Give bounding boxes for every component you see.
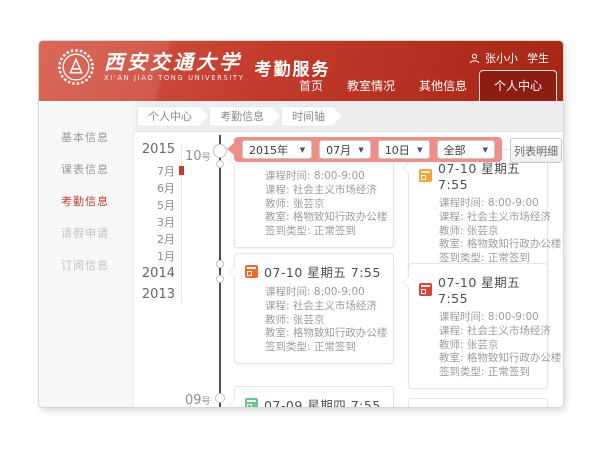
card-field: 课程时间: 8:00-9:00 <box>265 170 383 184</box>
attendance-card[interactable]: 07-09 星期四 7:55 <box>234 386 394 408</box>
sidebar: 基本信息 课表信息 考勤信息 请假申请 订阅信息 <box>39 101 134 407</box>
university-name: 西安交通大学 XI'AN JIAO TONG UNIVERSITY <box>104 52 244 82</box>
chevron-down-icon: ▼ <box>300 146 305 154</box>
nav-personal-center[interactable]: 个人中心 <box>479 70 557 101</box>
sidebar-item-subscription[interactable]: 订阅信息 <box>39 249 133 281</box>
day-select-value: 10日 <box>385 142 410 158</box>
chevron-down-icon: ▼ <box>417 146 422 154</box>
chevron-down-icon: ▼ <box>358 146 363 154</box>
axis-month-7[interactable]: 7月 <box>135 163 175 179</box>
sidebar-item-basic-info[interactable]: 基本信息 <box>39 121 133 153</box>
attendance-app-window: 西安交通大学 XI'AN JIAO TONG UNIVERSITY 考勤服务 张… <box>38 40 564 408</box>
breadcrumb-personal-center[interactable]: 个人中心 <box>138 107 208 126</box>
breadcrumb-attendance[interactable]: 考勤信息 <box>210 107 280 126</box>
card-field: 教室: 格物致知行政办公楼 <box>439 238 537 252</box>
screen: 西安交通大学 XI'AN JIAO TONG UNIVERSITY 考勤服务 张… <box>0 0 600 450</box>
timeline-node <box>216 260 224 268</box>
content-area: 基本信息 课表信息 考勤信息 请假申请 订阅信息 个人中心 考勤信息 时间轴 2… <box>39 101 563 407</box>
date-filter-bar: 2015年 ▼ 07月 ▼ 10日 ▼ 全部 ▼ <box>234 137 502 162</box>
year-select-value: 2015年 <box>249 142 288 158</box>
checkin-status-icon <box>245 398 258 408</box>
timeline-area: 2015 7月 6月 5月 3月 2月 1月 2014 2013 10号 <box>135 131 563 407</box>
nav-other-info[interactable]: 其他信息 <box>407 72 479 101</box>
card-field: 教室: 格物致知行政办公楼 <box>265 327 383 341</box>
top-nav: 首页 教室情况 其他信息 个人中心 <box>287 70 557 101</box>
month-select-value: 07月 <box>326 142 351 158</box>
nav-classrooms[interactable]: 教室情况 <box>335 72 407 101</box>
type-select-value: 全部 <box>444 142 466 158</box>
app-header: 西安交通大学 XI'AN JIAO TONG UNIVERSITY 考勤服务 张… <box>39 41 563 101</box>
card-field: 课程: 社会主义市场经济 <box>265 184 383 198</box>
university-name-zh: 西安交通大学 <box>104 52 244 72</box>
checkin-status-icon <box>419 169 432 182</box>
breadcrumb: 个人中心 考勤信息 时间轴 <box>135 101 563 132</box>
list-detail-button[interactable]: 列表明细 <box>510 138 562 163</box>
user-info[interactable]: 张小小 学生 <box>469 50 549 66</box>
axis-month-5[interactable]: 5月 <box>135 197 175 213</box>
day-marker-10: 10号 <box>185 145 211 164</box>
card-field: 课程: 社会主义市场经济 <box>439 211 537 225</box>
timeline-node <box>215 393 225 403</box>
attendance-card[interactable]: 07-10 星期五 7:55 课程时间: 8:00-9:00 课程: 社会主义市… <box>234 253 394 364</box>
card-field: 签到类型: 正常签到 <box>265 341 383 355</box>
day-number: 09 <box>185 393 202 408</box>
user-icon <box>469 53 480 64</box>
card-title: 07-10 星期五 7:55 <box>438 158 537 192</box>
day-suffix: 号 <box>202 397 211 407</box>
card-field: 教室: 格物致知行政办公楼 <box>265 211 383 225</box>
sidebar-item-leave-request[interactable]: 请假申请 <box>39 217 133 249</box>
day-number: 10 <box>185 149 202 164</box>
user-name: 张小小 <box>485 50 518 66</box>
card-title: 07-10 星期五 7:55 <box>264 262 381 281</box>
current-month-marker <box>179 166 184 175</box>
card-title: 07-10 星期五 7:55 <box>438 272 537 306</box>
timeline-line <box>219 135 221 407</box>
card-field: 课程时间: 8:00-9:00 <box>439 311 537 325</box>
card-field: 教师: 张芸京 <box>439 339 537 353</box>
year-select[interactable]: 2015年 ▼ <box>242 140 312 159</box>
axis-month-3[interactable]: 3月 <box>135 214 175 230</box>
axis-month-6[interactable]: 6月 <box>135 180 175 196</box>
axis-year-2014[interactable]: 2014 <box>135 266 175 281</box>
attendance-card-clipped[interactable] <box>408 398 548 408</box>
card-field: 课程时间: 8:00-9:00 <box>265 286 383 300</box>
axis-month-1[interactable]: 1月 <box>135 248 175 264</box>
axis-year-2015[interactable]: 2015 <box>135 142 175 157</box>
sidebar-item-attendance[interactable]: 考勤信息 <box>39 185 133 217</box>
breadcrumb-timeline[interactable]: 时间轴 <box>282 107 341 126</box>
axis-year-2013[interactable]: 2013 <box>135 287 175 302</box>
timeline-node <box>216 160 224 168</box>
day-suffix: 号 <box>202 153 211 163</box>
attendance-card[interactable]: 07-10 星期五 7:55 课程时间: 8:00-9:00 课程: 社会主义市… <box>408 263 548 389</box>
type-select[interactable]: 全部 ▼ <box>437 140 495 159</box>
axis-month-2[interactable]: 2月 <box>135 231 175 247</box>
university-name-en: XI'AN JIAO TONG UNIVERSITY <box>104 75 244 82</box>
nav-home[interactable]: 首页 <box>287 72 335 101</box>
card-field: 签到类型: 正常签到 <box>265 225 383 239</box>
main-panel: 个人中心 考勤信息 时间轴 2015 7月 6月 5月 3月 2月 1月 201… <box>135 101 563 407</box>
card-field: 课程时间: 8:00-9:00 <box>439 197 537 211</box>
attendance-card[interactable]: 07-10 星期五 7:55 课程时间: 8:00-9:00 课程: 社会主义市… <box>408 149 548 275</box>
user-role: 学生 <box>527 50 549 66</box>
chevron-down-icon: ▼ <box>483 146 488 154</box>
month-select[interactable]: 07月 ▼ <box>319 140 371 159</box>
day-select[interactable]: 10日 ▼ <box>378 140 430 159</box>
card-title: 07-09 星期四 7:55 <box>264 395 381 408</box>
checkin-status-icon <box>419 283 432 296</box>
timeline-node <box>213 144 227 158</box>
timeline-node <box>216 275 224 283</box>
card-field: 课程: 社会主义市场经济 <box>265 300 383 314</box>
card-field: 课程: 社会主义市场经济 <box>439 325 537 339</box>
sidebar-item-timetable[interactable]: 课表信息 <box>39 153 133 185</box>
card-field: 教室: 格物致知行政办公楼 <box>439 352 537 366</box>
card-field: 教师: 张芸京 <box>439 225 537 239</box>
card-field: 教师: 张芸京 <box>265 314 383 328</box>
card-field: 教师: 张芸京 <box>265 198 383 212</box>
card-field: 签到类型: 正常签到 <box>439 366 537 380</box>
checkin-status-icon <box>245 265 258 278</box>
university-emblem-icon <box>57 48 95 86</box>
day-marker-09: 09号 <box>185 389 211 408</box>
